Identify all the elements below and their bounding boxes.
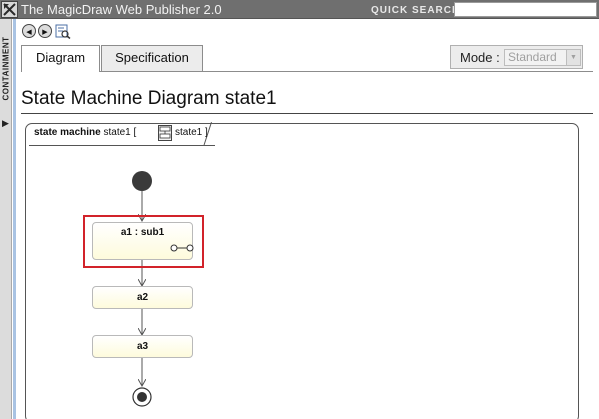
submachine-icon xyxy=(170,244,194,252)
state-a2[interactable]: a2 xyxy=(92,286,193,309)
final-node[interactable] xyxy=(132,387,152,407)
state-a3-name: a3 xyxy=(136,341,149,352)
initial-node[interactable] xyxy=(132,171,152,191)
state-a1-sub1[interactable]: a1 : sub1 xyxy=(92,222,194,260)
state-a1-name: a1 : sub1 xyxy=(120,227,165,238)
state-a3[interactable]: a3 xyxy=(92,335,193,358)
state-a2-name: a2 xyxy=(136,292,149,303)
tab-diagram[interactable]: Diagram xyxy=(21,45,100,72)
tab-diagram-label: Diagram xyxy=(35,50,86,65)
